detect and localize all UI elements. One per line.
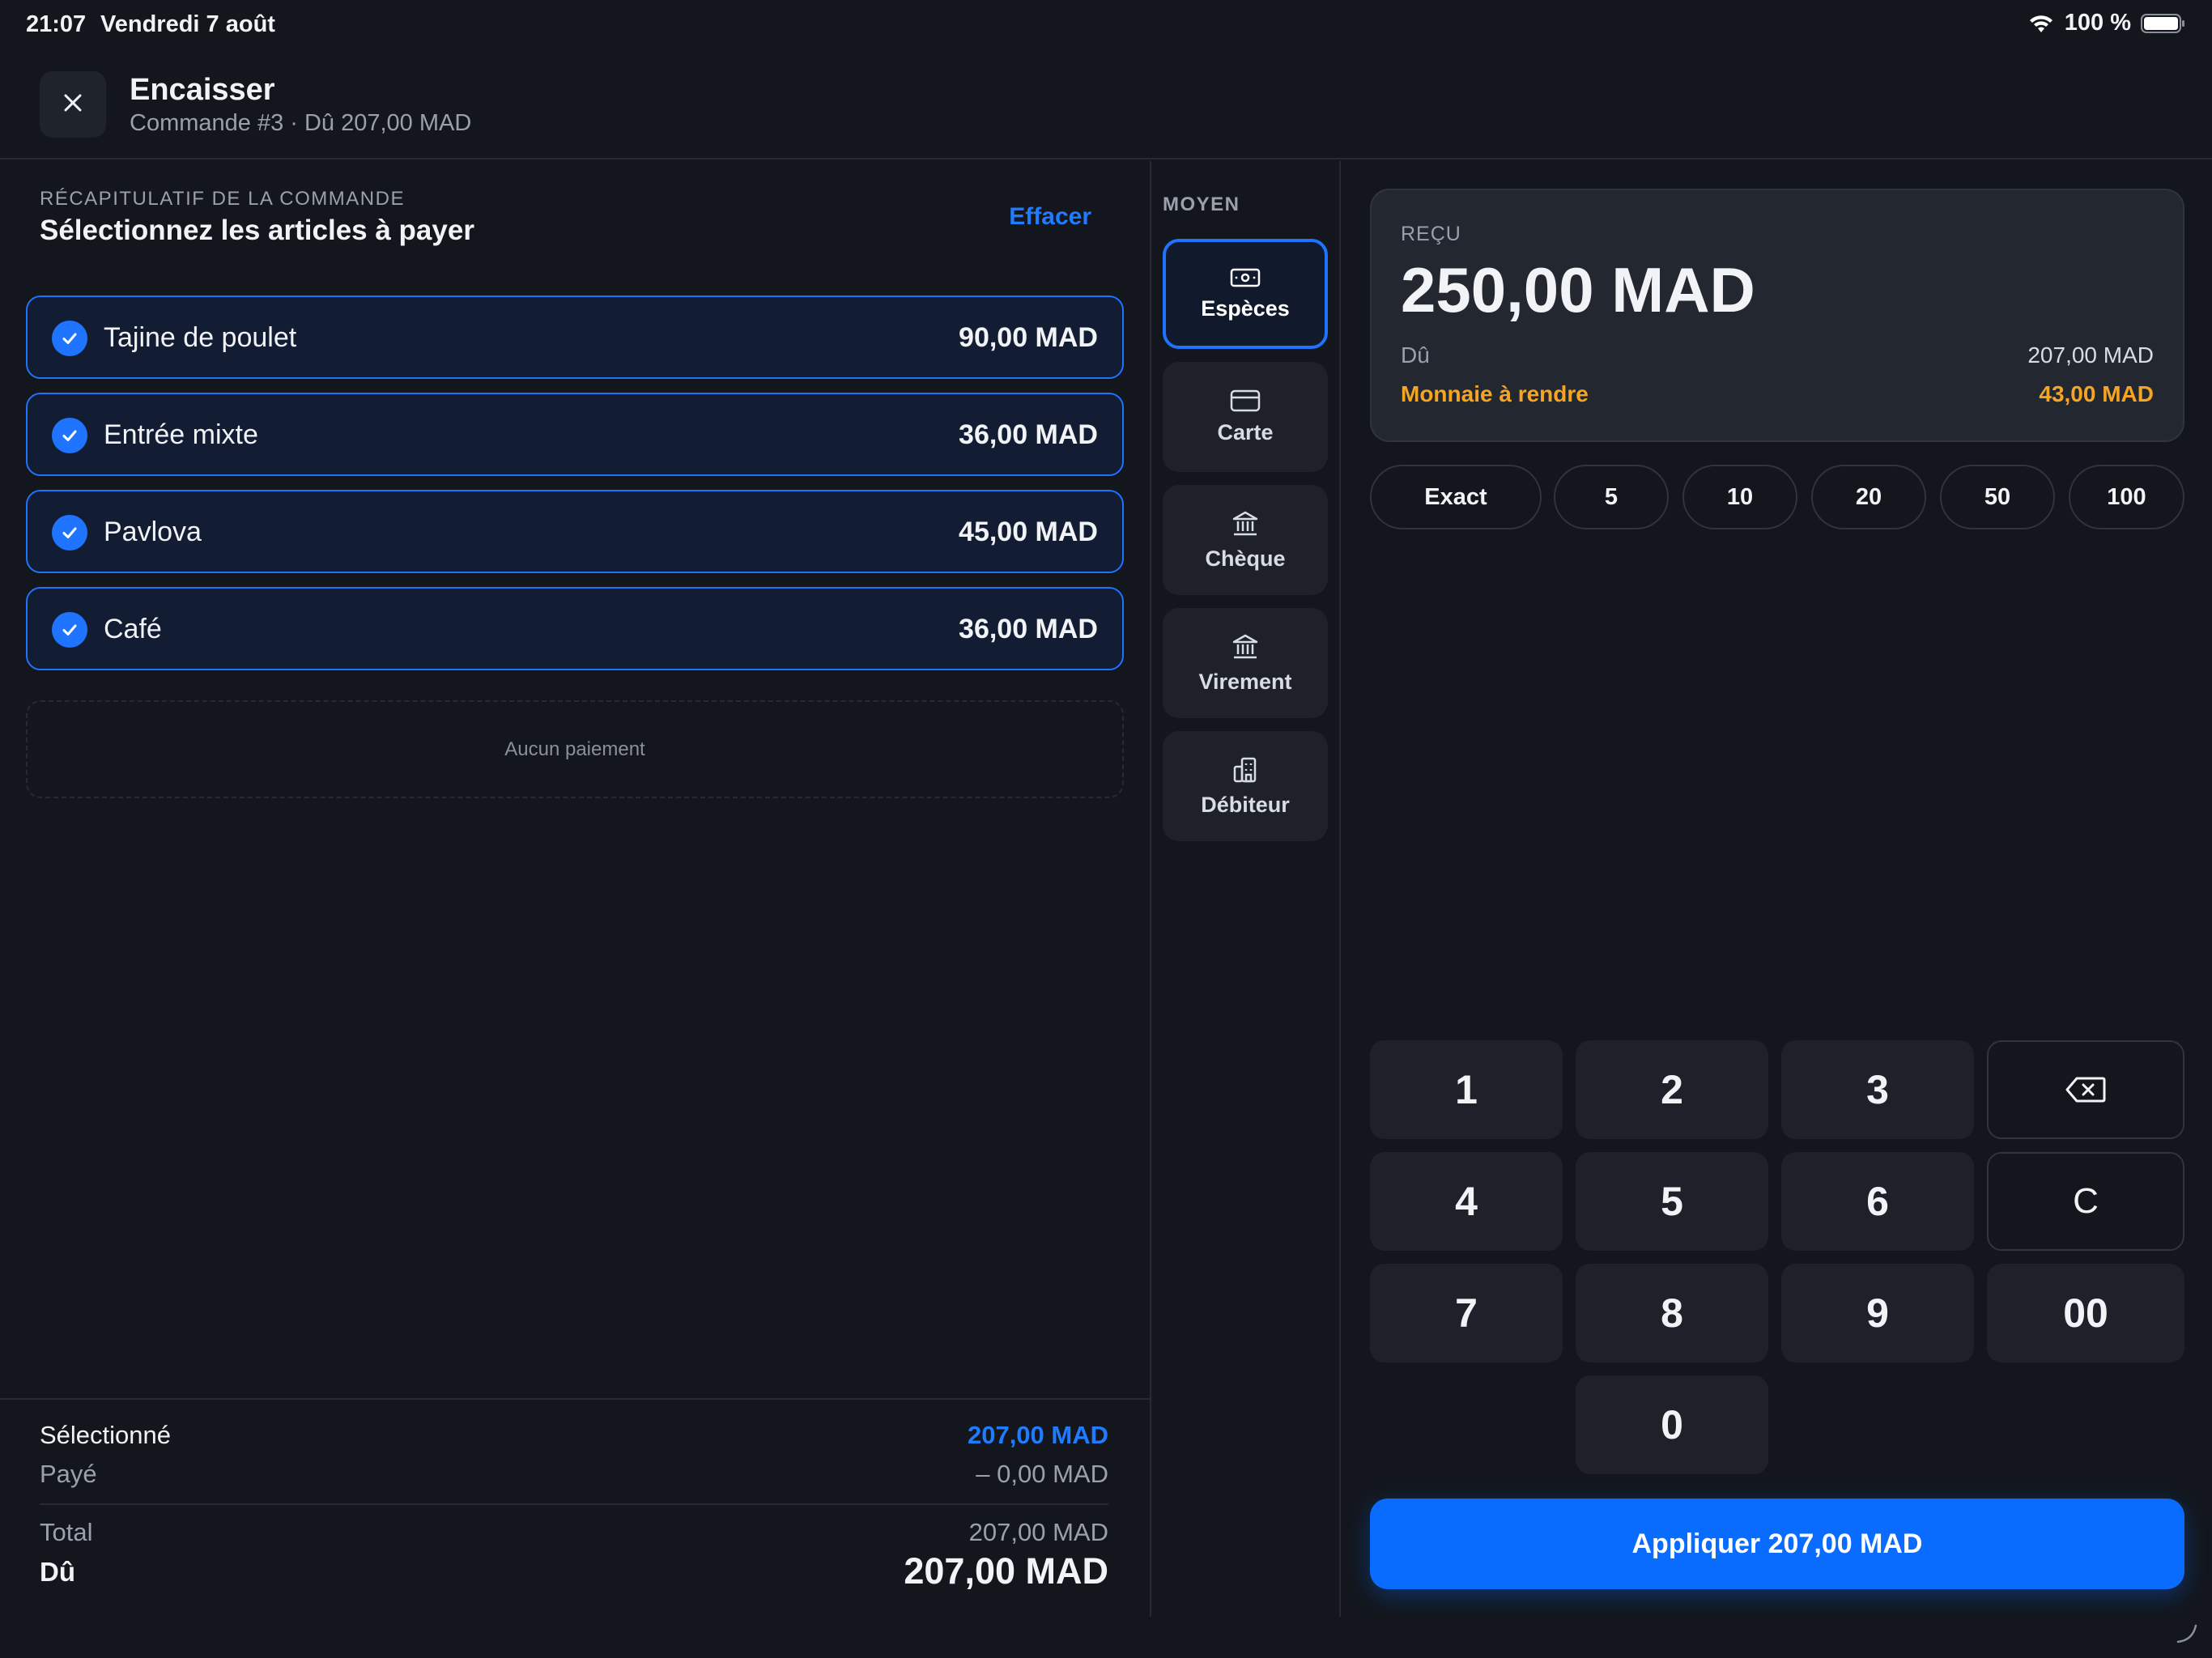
recap-label: RÉCAPITULATIF DE LA COMMANDE xyxy=(40,188,405,210)
item-price: 36,00 MAD xyxy=(959,614,1098,644)
method-cheque[interactable]: Chèque xyxy=(1163,485,1328,595)
quick-amount-100[interactable]: 100 xyxy=(2069,465,2184,529)
order-item[interactable]: Pavlova 45,00 MAD xyxy=(26,490,1124,573)
key-3[interactable]: 3 xyxy=(1781,1040,1974,1139)
total-value: 207,00 MAD xyxy=(968,1518,1108,1546)
key-2[interactable]: 2 xyxy=(1576,1040,1768,1139)
key-1[interactable]: 1 xyxy=(1370,1040,1563,1139)
key-0[interactable]: 0 xyxy=(1576,1375,1768,1474)
method-especes[interactable]: Espèces xyxy=(1163,239,1328,349)
card-icon xyxy=(1230,389,1261,412)
checkmark-icon[interactable] xyxy=(52,515,87,551)
quick-amount-10[interactable]: 10 xyxy=(1682,465,1797,529)
building-icon xyxy=(1231,755,1260,784)
item-price: 45,00 MAD xyxy=(959,517,1098,547)
selected-value: 207,00 MAD xyxy=(967,1421,1108,1449)
status-time: 21:07 xyxy=(26,11,87,37)
received-due-label: Dû xyxy=(1401,342,1430,368)
header: Encaisser Commande #3 · Dû 207,00 MAD xyxy=(0,49,2212,159)
summary-divider xyxy=(40,1503,1108,1505)
wifi-icon xyxy=(2027,13,2055,34)
item-price: 90,00 MAD xyxy=(959,322,1098,353)
method-label: Virement xyxy=(1198,669,1292,694)
close-icon xyxy=(62,91,84,118)
status-date: Vendredi 7 août xyxy=(100,11,275,37)
item-name: Café xyxy=(104,614,162,644)
paid-label: Payé xyxy=(40,1460,97,1488)
item-name: Pavlova xyxy=(104,517,202,547)
status-bar: 21:07 Vendredi 7 août 100 % xyxy=(0,0,2212,49)
method-carte[interactable]: Carte xyxy=(1163,362,1328,472)
received-card: REÇU 250,00 MAD Dû 207,00 MAD Monnaie à … xyxy=(1370,189,2184,442)
change-value: 43,00 MAD xyxy=(2039,381,2154,406)
key-9[interactable]: 9 xyxy=(1781,1264,1974,1363)
received-amount: 250,00 MAD xyxy=(1401,254,1755,325)
received-due-value: 207,00 MAD xyxy=(2027,342,2154,368)
due-label: Dû xyxy=(40,1557,75,1587)
bank-icon xyxy=(1231,632,1260,661)
key-4[interactable]: 4 xyxy=(1370,1152,1563,1251)
quick-amount-50[interactable]: 50 xyxy=(1940,465,2055,529)
battery-percent: 100 % xyxy=(2064,10,2131,36)
item-name: Tajine de poulet xyxy=(104,322,297,353)
method-label: Espèces xyxy=(1201,295,1290,321)
no-payment-placeholder: Aucun paiement xyxy=(26,700,1124,798)
bank-icon xyxy=(1231,509,1260,538)
received-label: REÇU xyxy=(1401,223,1461,245)
method-label: Débiteur xyxy=(1201,792,1290,817)
clear-button[interactable]: Effacer xyxy=(1009,203,1091,231)
due-value: 207,00 MAD xyxy=(904,1550,1108,1592)
quick-amount-exact[interactable]: Exact xyxy=(1370,465,1542,529)
quick-amount-20[interactable]: 20 xyxy=(1811,465,1926,529)
resize-handle-icon xyxy=(2176,1624,2197,1643)
item-price: 36,00 MAD xyxy=(959,419,1098,450)
quick-amount-5[interactable]: 5 xyxy=(1554,465,1669,529)
cash-icon xyxy=(1230,267,1261,288)
key-5[interactable]: 5 xyxy=(1576,1152,1768,1251)
page-title: Encaisser xyxy=(130,73,275,107)
paid-value: – 0,00 MAD xyxy=(976,1460,1108,1488)
checkmark-icon[interactable] xyxy=(52,612,87,648)
checkout-screen: 21:07 Vendredi 7 août 100 % Encaisser Co… xyxy=(0,0,2212,1658)
key-7[interactable]: 7 xyxy=(1370,1264,1563,1363)
checkmark-icon[interactable] xyxy=(52,418,87,453)
checkmark-icon[interactable] xyxy=(52,321,87,356)
method-label: Chèque xyxy=(1205,546,1286,571)
total-label: Total xyxy=(40,1518,93,1546)
order-summary: Sélectionné 207,00 MAD Payé – 0,00 MAD T… xyxy=(0,1398,1150,1617)
payment-methods: MOYEN Espèces Carte Chèque Virement Débi… xyxy=(1151,161,1339,1617)
order-item[interactable]: Entrée mixte 36,00 MAD xyxy=(26,393,1124,476)
method-debiteur[interactable]: Débiteur xyxy=(1163,731,1328,841)
item-name: Entrée mixte xyxy=(104,419,258,450)
key-8[interactable]: 8 xyxy=(1576,1264,1768,1363)
status-right: 100 % xyxy=(2027,10,2186,36)
methods-label: MOYEN xyxy=(1163,193,1240,215)
selected-label: Sélectionné xyxy=(40,1421,172,1449)
apply-button[interactable]: Appliquer 207,00 MAD xyxy=(1370,1499,2184,1589)
key-6[interactable]: 6 xyxy=(1781,1152,1974,1251)
change-label: Monnaie à rendre xyxy=(1401,381,1589,406)
battery-icon xyxy=(2141,13,2186,34)
key-00[interactable]: 00 xyxy=(1987,1264,2184,1363)
backspace-button[interactable] xyxy=(1987,1040,2184,1139)
method-label: Carte xyxy=(1217,419,1274,444)
close-button[interactable] xyxy=(40,71,106,138)
order-item[interactable]: Tajine de poulet 90,00 MAD xyxy=(26,295,1124,379)
backspace-icon xyxy=(2065,1066,2106,1113)
page-subtitle: Commande #3 · Dû 207,00 MAD xyxy=(130,110,472,136)
order-item[interactable]: Café 36,00 MAD xyxy=(26,587,1124,670)
payment-panel: REÇU 250,00 MAD Dû 207,00 MAD Monnaie à … xyxy=(1341,161,2212,1617)
method-virement[interactable]: Virement xyxy=(1163,608,1328,718)
clear-key[interactable]: C xyxy=(1987,1152,2184,1251)
recap-title: Sélectionnez les articles à payer xyxy=(40,215,474,246)
